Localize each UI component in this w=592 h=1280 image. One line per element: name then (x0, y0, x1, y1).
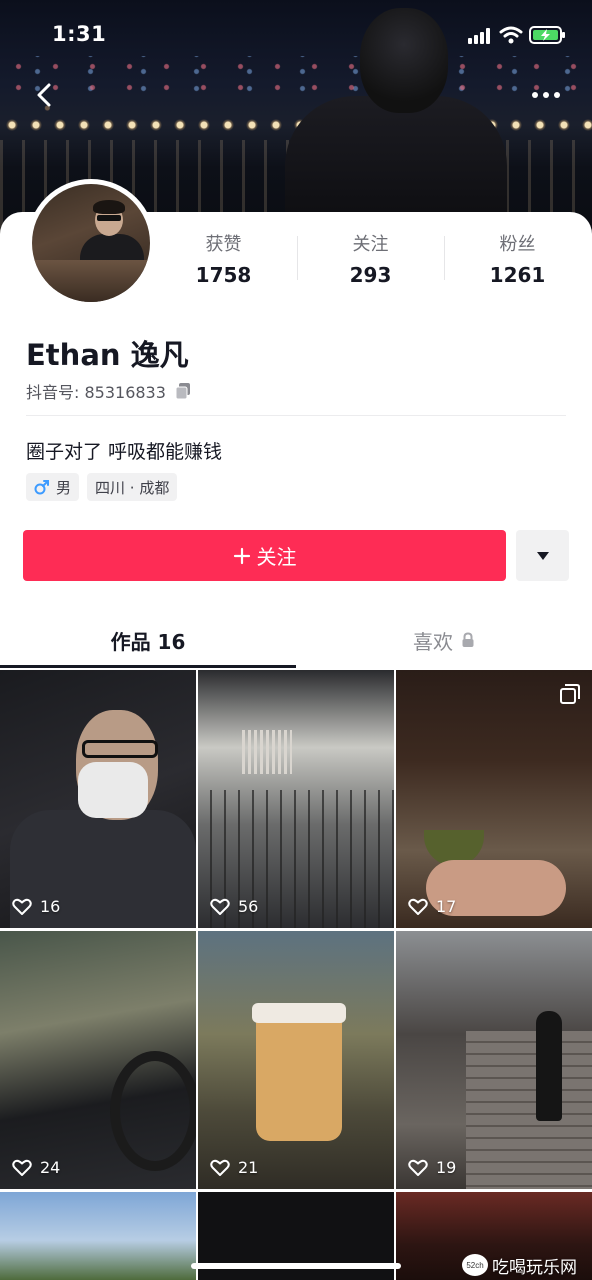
signal-icon (468, 28, 490, 44)
video-thumbnail[interactable] (0, 1192, 196, 1280)
stat-value: 1758 (195, 263, 252, 287)
heart-icon (12, 898, 32, 915)
video-like-count: 56 (210, 897, 258, 916)
video-thumbnail[interactable]: 17 (396, 670, 592, 928)
status-bar: 1:31 (0, 0, 592, 70)
avatar[interactable] (27, 179, 155, 307)
more-options-button[interactable] (526, 80, 566, 110)
watermark-logo: 52ch (462, 1254, 488, 1276)
video-thumbnail[interactable]: 24 (0, 931, 196, 1189)
thumb-steering-wheel (110, 1051, 196, 1171)
stat-value: 1261 (489, 263, 546, 287)
video-like-count: 16 (12, 897, 60, 916)
avatar-glasses (97, 215, 121, 221)
like-count: 19 (436, 1158, 457, 1177)
avatar-image (32, 184, 150, 302)
heart-icon (210, 898, 230, 915)
heart-icon (12, 1159, 32, 1176)
video-like-count: 21 (210, 1158, 258, 1177)
like-count: 56 (238, 897, 259, 916)
avatar-hair (93, 200, 125, 214)
thumb-glasses (82, 740, 158, 758)
profile-stats: 获赞 1758 关注 293 粉丝 1261 (150, 232, 592, 296)
profile-name: Ethan 逸凡 (26, 338, 189, 372)
stat-label: 粉丝 (499, 234, 536, 255)
like-count: 16 (40, 897, 61, 916)
profile-tags: 男 四川 · 成都 (26, 473, 185, 501)
site-watermark: 52ch 吃喝玩乐网 (462, 1252, 590, 1278)
profile-bio: 圈子对了 呼吸都能赚钱 (26, 441, 223, 463)
gender-tag: 男 (26, 473, 80, 501)
thumb-person (536, 1011, 562, 1121)
location-tag: 四川 · 成都 (87, 473, 178, 501)
caret-down-icon (536, 551, 549, 560)
plus-icon (233, 547, 250, 564)
battery-charging-icon (529, 26, 565, 44)
like-count: 21 (238, 1158, 259, 1177)
video-like-count: 19 (408, 1158, 456, 1177)
gender-tag-label: 男 (56, 478, 72, 497)
like-count: 24 (40, 1158, 61, 1177)
follow-button-label: 关注 (256, 545, 297, 569)
tab-works-label: 作品 16 (110, 629, 186, 654)
profile-tabs: 作品 16 喜欢 (0, 612, 592, 668)
avatar-table (32, 260, 150, 302)
thumb-coffee-lid (252, 1003, 346, 1023)
multi-image-icon (560, 684, 580, 704)
douyin-id: 抖音号: 85316833 (26, 383, 166, 402)
video-like-count: 24 (12, 1158, 60, 1177)
location-tag-label: 四川 · 成都 (95, 478, 170, 497)
status-time: 1:31 (52, 22, 107, 46)
video-like-count: 17 (408, 897, 456, 916)
male-icon (34, 480, 49, 495)
tab-likes-label: 喜欢 (413, 629, 453, 654)
douyin-id-row: 抖音号: 85316833 (26, 379, 192, 403)
stat-label: 获赞 (205, 234, 242, 255)
divider (26, 415, 566, 416)
stat-value: 293 (349, 263, 392, 287)
home-indicator (191, 1263, 401, 1269)
stat-following[interactable]: 关注 293 (297, 232, 444, 296)
heart-icon (408, 898, 428, 915)
watermark-text: 吃喝玩乐网 (492, 1257, 577, 1278)
heart-icon (408, 1159, 428, 1176)
stat-likes[interactable]: 获赞 1758 (150, 232, 297, 296)
thumb-face-mask (78, 762, 148, 818)
stat-followers[interactable]: 粉丝 1261 (444, 232, 591, 296)
tab-works[interactable]: 作品 16 (0, 612, 296, 668)
copy-icon[interactable] (174, 382, 192, 400)
video-thumbnail[interactable]: 21 (198, 931, 394, 1189)
lock-icon (462, 632, 474, 647)
wifi-icon (499, 26, 523, 44)
thumb-coffee-cup (256, 1011, 342, 1141)
like-count: 17 (436, 897, 457, 916)
heart-icon (210, 1159, 230, 1176)
video-thumbnail[interactable]: 19 (396, 931, 592, 1189)
follow-button[interactable]: 关注 (23, 530, 506, 581)
video-thumbnail[interactable]: 16 (0, 670, 196, 928)
stat-label: 关注 (352, 234, 389, 255)
video-thumbnail[interactable]: 56 (198, 670, 394, 928)
thumb-chandelier (242, 730, 292, 774)
tab-likes[interactable]: 喜欢 (296, 612, 592, 668)
video-grid: 16 56 17 24 21 19 (0, 670, 592, 1280)
recommend-dropdown-button[interactable] (516, 530, 569, 581)
back-button[interactable] (30, 80, 60, 110)
thumb-stairs (466, 1031, 592, 1189)
